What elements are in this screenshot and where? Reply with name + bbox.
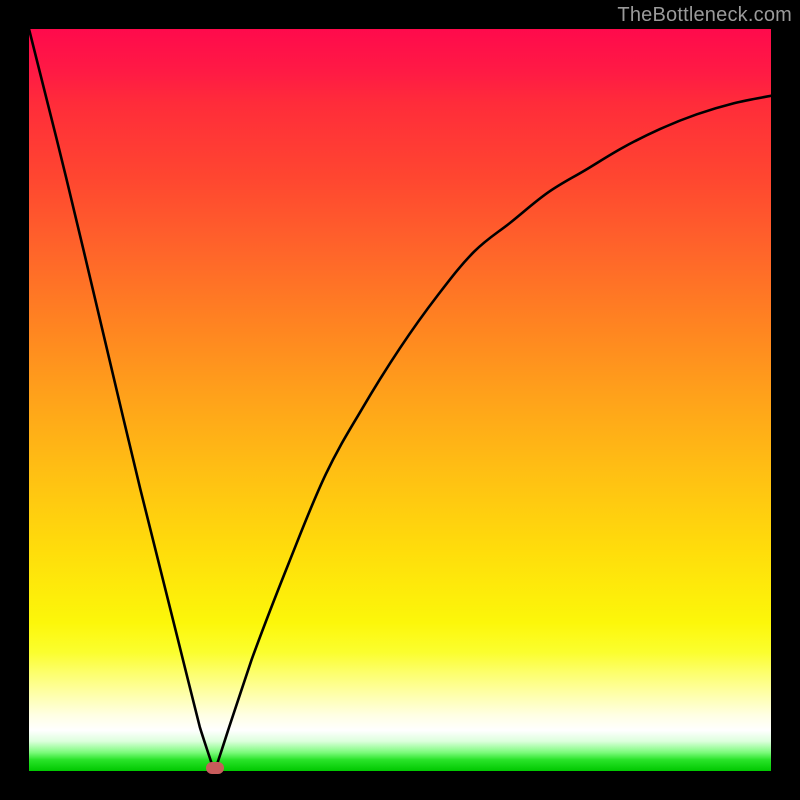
plot-area: [29, 29, 771, 771]
bottleneck-curve: [29, 29, 771, 771]
optimal-point-marker: [206, 762, 224, 774]
curve-layer: [29, 29, 771, 771]
watermark-text: TheBottleneck.com: [617, 4, 792, 27]
chart-frame: TheBottleneck.com: [0, 0, 800, 800]
